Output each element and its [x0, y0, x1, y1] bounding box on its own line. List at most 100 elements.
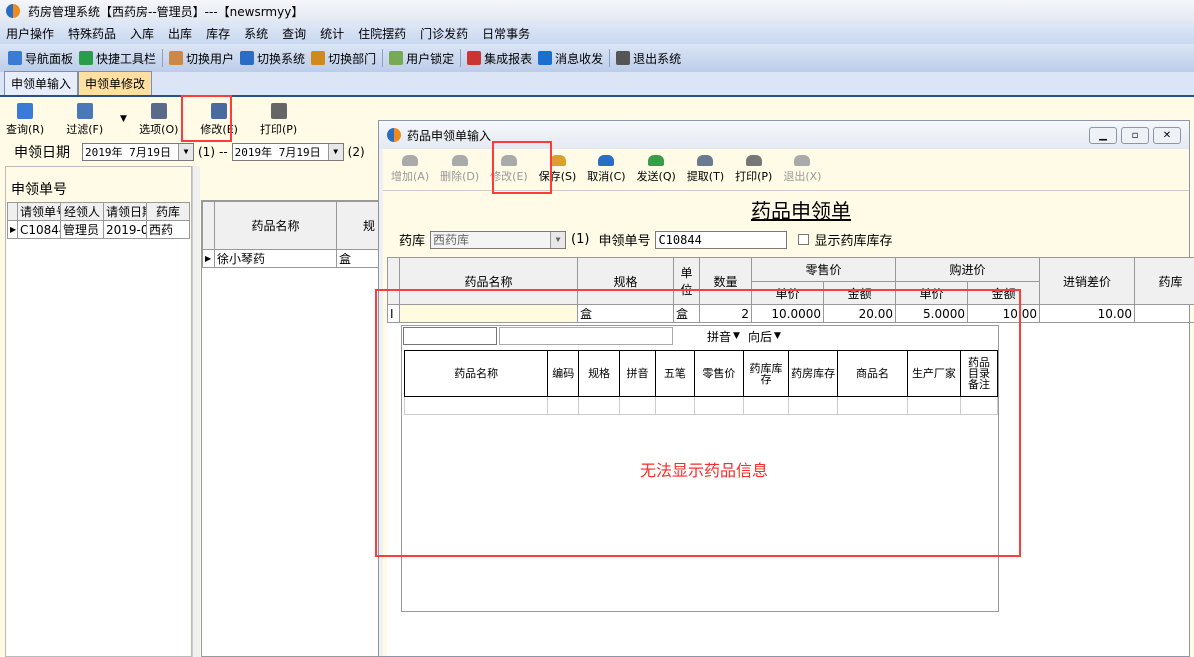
- tool-label: 打印(P): [735, 170, 773, 183]
- highlight-box: [492, 141, 552, 194]
- toolbar-label: 切换用户: [186, 51, 235, 66]
- menu-2[interactable]: 入库: [130, 25, 154, 42]
- menu-8[interactable]: 住院摆药: [358, 25, 406, 42]
- tool-label: 打印(P): [259, 123, 298, 136]
- show-stock-checkbox[interactable]: [798, 234, 810, 245]
- tool-label: 发送(Q): [636, 170, 676, 183]
- menu-9[interactable]: 门诊发药: [420, 25, 468, 42]
- toolbar-icon: [311, 51, 326, 65]
- toolbar-icon: [8, 51, 22, 65]
- toolbar-item-4[interactable]: 切换部门: [311, 50, 376, 67]
- tool-label: 取消(C): [587, 170, 626, 183]
- close-button[interactable]: ✕: [1153, 126, 1181, 144]
- toolbar-item-3[interactable]: 切换系统: [240, 50, 305, 67]
- menu-7[interactable]: 统计: [320, 25, 344, 42]
- inner-toolbar: 查询(R) 过滤(F) 选项(O) 修改(E) 打印(P): [6, 103, 297, 137]
- col-header: 药库: [146, 202, 190, 221]
- menu-5[interactable]: 系统: [244, 25, 268, 42]
- date-label: 申领日期: [14, 145, 70, 161]
- date-from-value: 2019年 7月19日: [85, 146, 171, 159]
- toolbar-separator: [382, 49, 384, 67]
- tool-icon: [745, 155, 762, 166]
- tool-icon: [697, 155, 714, 166]
- filter-dropdown-icon[interactable]: ▼: [120, 114, 127, 124]
- inner-tool-4[interactable]: 打印(P): [260, 103, 297, 137]
- toolbar-label: 导航面板: [25, 51, 74, 66]
- app-logo-icon: [387, 128, 401, 142]
- menu-6[interactable]: 查询: [282, 25, 306, 42]
- inner-tool-1[interactable]: 过滤(F): [66, 103, 103, 137]
- tab-input[interactable]: 申领单输入: [4, 71, 79, 95]
- store-select[interactable]: 西药库 ▼: [430, 230, 567, 249]
- dialog-tool-6[interactable]: 提取(T): [687, 155, 724, 184]
- show-stock-label: 显示药库库存: [814, 234, 893, 249]
- toolbar-item-5[interactable]: 用户锁定: [389, 50, 454, 67]
- dialog-tool-5[interactable]: 发送(Q): [637, 155, 676, 184]
- toolbar-label: 快捷工具栏: [96, 51, 157, 66]
- toolbar-icon: [389, 51, 404, 65]
- toolbar-label: 用户锁定: [406, 51, 455, 66]
- tool-label: 删除(D): [440, 170, 480, 183]
- date-to-value: 2019年 7月19日: [234, 146, 321, 159]
- tool-icon: [270, 103, 287, 119]
- title-bar: 药房管理系统【西药房--管理员】---【newsrmyy】: [0, 0, 1194, 22]
- tab-modify[interactable]: 申领单修改: [78, 71, 153, 95]
- key-hint: (1): [198, 145, 215, 159]
- tool-icon: [648, 155, 665, 166]
- date-to[interactable]: 2019年 7月19日 ▼: [231, 143, 344, 161]
- tab-bar: 申领单输入 申领单修改: [0, 71, 1194, 97]
- toolbar-icon: [467, 51, 482, 65]
- table-row[interactable]: ▶C10844管理员2019-07-西药: [7, 220, 190, 239]
- key-hint: (2): [347, 145, 365, 159]
- date-from[interactable]: 2019年 7月19日 ▼: [82, 143, 194, 161]
- form-heading: 药品申领单: [751, 199, 851, 223]
- dialog-tool-0: 增加(A): [391, 155, 429, 184]
- menu-1[interactable]: 特殊药品: [68, 25, 116, 42]
- tool-icon: [402, 155, 419, 166]
- toolbar-label: 消息收发: [555, 51, 604, 66]
- menu-10[interactable]: 日常事务: [482, 25, 530, 42]
- tool-label: 退出(X): [783, 170, 822, 183]
- toolbar-item-0[interactable]: 导航面板: [8, 50, 73, 67]
- minimize-button[interactable]: ▁: [1089, 126, 1117, 144]
- toolbar-item-1[interactable]: 快捷工具栏: [79, 50, 156, 67]
- toolbar-icon: [538, 51, 553, 65]
- chevron-down-icon: ▼: [327, 144, 343, 160]
- toolbar-label: 退出系统: [633, 51, 682, 66]
- toolbar-item-6[interactable]: 集成报表: [467, 50, 532, 67]
- tool-icon: [150, 103, 167, 119]
- maximize-button[interactable]: ▫: [1121, 126, 1149, 144]
- toolbar-separator: [162, 49, 164, 67]
- menu-3[interactable]: 出库: [168, 25, 192, 42]
- menu-4[interactable]: 库存: [206, 25, 230, 42]
- tool-icon: [17, 103, 34, 119]
- order-no-label: 申领单号: [598, 234, 651, 249]
- toolbar-icon: [79, 51, 94, 65]
- highlight-box: [375, 289, 1021, 557]
- order-no-input[interactable]: C10844: [655, 230, 788, 249]
- toolbar-item-2[interactable]: 切换用户: [169, 50, 234, 67]
- key-hint: (1): [571, 232, 590, 247]
- toolbar-item-8[interactable]: 退出系统: [616, 50, 681, 67]
- splitter[interactable]: [192, 166, 200, 657]
- store-value: 西药库: [433, 233, 470, 247]
- window-title: 药房管理系统【西药房--管理员】---【newsrmyy】: [28, 4, 304, 19]
- table-row[interactable]: ▶ 徐小琴药盒: [202, 249, 402, 268]
- inner-tool-2[interactable]: 选项(O): [139, 103, 178, 137]
- dialog-tool-4[interactable]: 取消(C): [587, 155, 626, 184]
- toolbar-item-7[interactable]: 消息收发: [538, 50, 603, 67]
- dialog-tool-8: 退出(X): [783, 155, 821, 184]
- tool-label: 增加(A): [391, 170, 430, 183]
- tool-label: 提取(T): [686, 170, 725, 183]
- inner-tool-0[interactable]: 查询(R): [6, 103, 44, 137]
- toolbar-icon: [616, 51, 631, 65]
- tool-label: 查询(R): [6, 123, 45, 136]
- dialog-tool-7[interactable]: 打印(P): [735, 155, 772, 184]
- app-logo-icon: [6, 4, 20, 18]
- tool-icon: [76, 103, 93, 119]
- toolbar-icon: [169, 51, 184, 65]
- toolbar-label: 切换部门: [328, 51, 377, 66]
- menu-0[interactable]: 用户操作: [6, 25, 54, 42]
- chevron-down-icon: ▼: [178, 144, 193, 160]
- dialog-tool-1: 删除(D): [440, 155, 479, 184]
